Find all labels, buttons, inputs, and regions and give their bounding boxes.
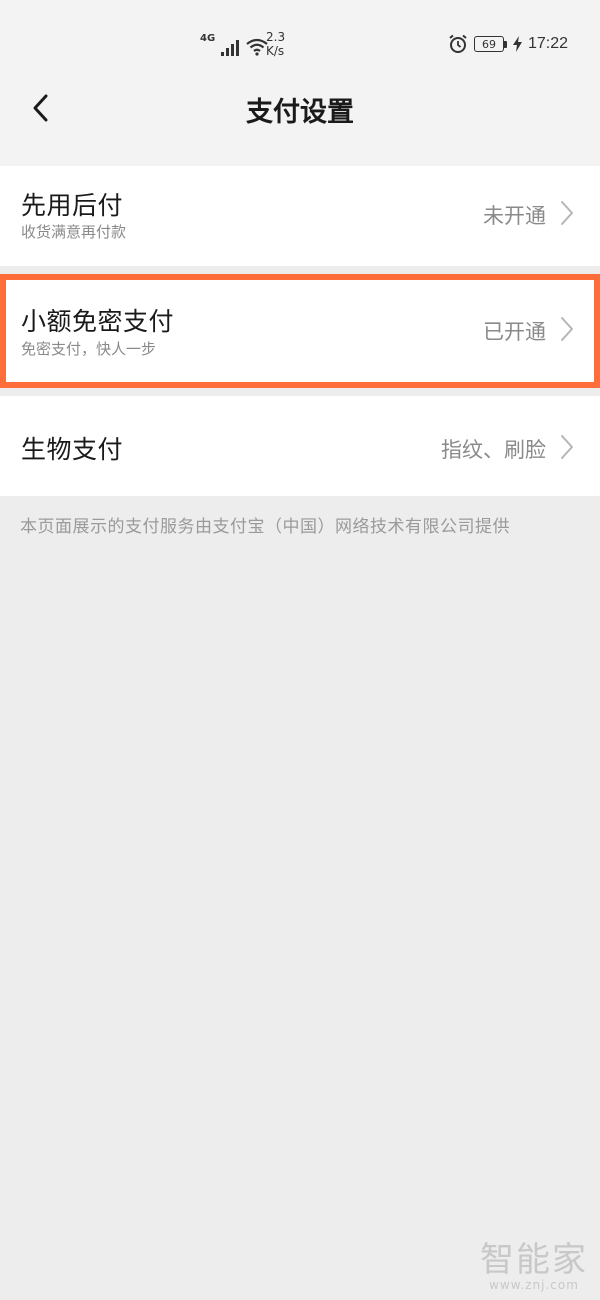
chevron-right-icon: [560, 316, 574, 342]
row-small-password-free-payment[interactable]: 小额免密支付 免密支付，快人一步 已开通: [0, 274, 600, 388]
alarm-icon: [448, 34, 468, 54]
network-indicator: 4G: [200, 30, 269, 56]
clock: 17:22: [527, 35, 568, 52]
watermark: 智能家 www.znj.com: [480, 1242, 588, 1292]
row-title: 小额免密支付: [21, 307, 175, 336]
network-type: 4G: [200, 33, 216, 44]
status-bar: 4G 2.3 K/s 69 17:22: [0, 0, 600, 80]
page-title: 支付设置: [246, 97, 354, 128]
speed-unit: K/s: [266, 44, 285, 58]
row-pay-later[interactable]: 先用后付 收货满意再付款 未开通: [0, 166, 600, 266]
row-status: 已开通: [483, 320, 546, 344]
row-status: 未开通: [483, 204, 546, 228]
row-title: 先用后付: [21, 191, 124, 220]
status-right: 69 17:22: [448, 33, 568, 55]
charging-icon: [512, 36, 522, 52]
row-subtitle: 免密支付，快人一步: [21, 340, 157, 358]
watermark-logo: 智能家: [480, 1240, 588, 1280]
divider: [0, 266, 600, 274]
network-speed: 2.3 K/s: [266, 30, 285, 58]
battery-icon: 69: [473, 36, 507, 52]
row-biometric-payment[interactable]: 生物支付 指纹、刷脸: [0, 396, 600, 496]
signal-icon: [221, 40, 240, 56]
battery-level: 69: [473, 36, 504, 52]
settings-list: 先用后付 收货满意再付款 未开通 小额免密支付 免密支付，快人一步 已开通 生物…: [0, 166, 600, 496]
speed-value: 2.3: [266, 30, 286, 44]
footer-note: 本页面展示的支付服务由支付宝（中国）网络技术有限公司提供: [20, 517, 510, 537]
divider: [0, 388, 600, 396]
watermark-url: www.znj.com: [489, 1278, 579, 1292]
row-status: 指纹、刷脸: [441, 438, 546, 462]
row-title: 生物支付: [21, 435, 124, 464]
row-subtitle: 收货满意再付款: [21, 223, 127, 241]
chevron-right-icon: [560, 200, 574, 226]
chevron-right-icon: [560, 434, 574, 460]
nav-bar: 支付设置: [0, 80, 600, 166]
